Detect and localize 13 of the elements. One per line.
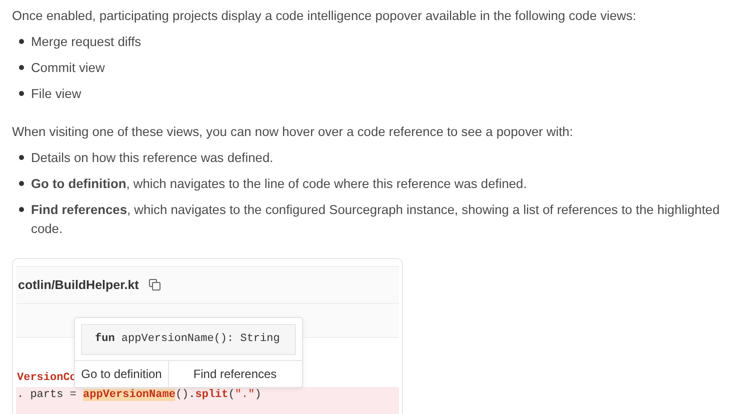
list-item: File view <box>31 85 82 103</box>
list-item: Find references, which navigates to the configured Sourcegraph instance, showing a list of references to the highlighted code. <box>31 201 721 238</box>
file-path: cotlin/BuildHelper.kt <box>18 276 139 294</box>
list-item: Details on how this reference was defined. <box>31 149 274 167</box>
popover-action[interactable]: Go to definition <box>75 361 169 387</box>
list-item: Go to definition, which navigates to the line of code where this reference was defined. <box>31 175 527 193</box>
paragraph: When visiting one of these views, you can now hover over a code reference to see a popover with: <box>12 123 574 141</box>
paragraph: Once enabled, participating projects display a code intelligence popover available in the following code views: <box>12 7 638 25</box>
signature: fun appVersionName(): String <box>81 324 296 355</box>
code-line: VersionCo <box>16 371 76 386</box>
list-item: Commit view <box>31 59 105 77</box>
list-item: Merge request diffs <box>31 33 142 51</box>
copy-icon[interactable] <box>148 279 161 291</box>
